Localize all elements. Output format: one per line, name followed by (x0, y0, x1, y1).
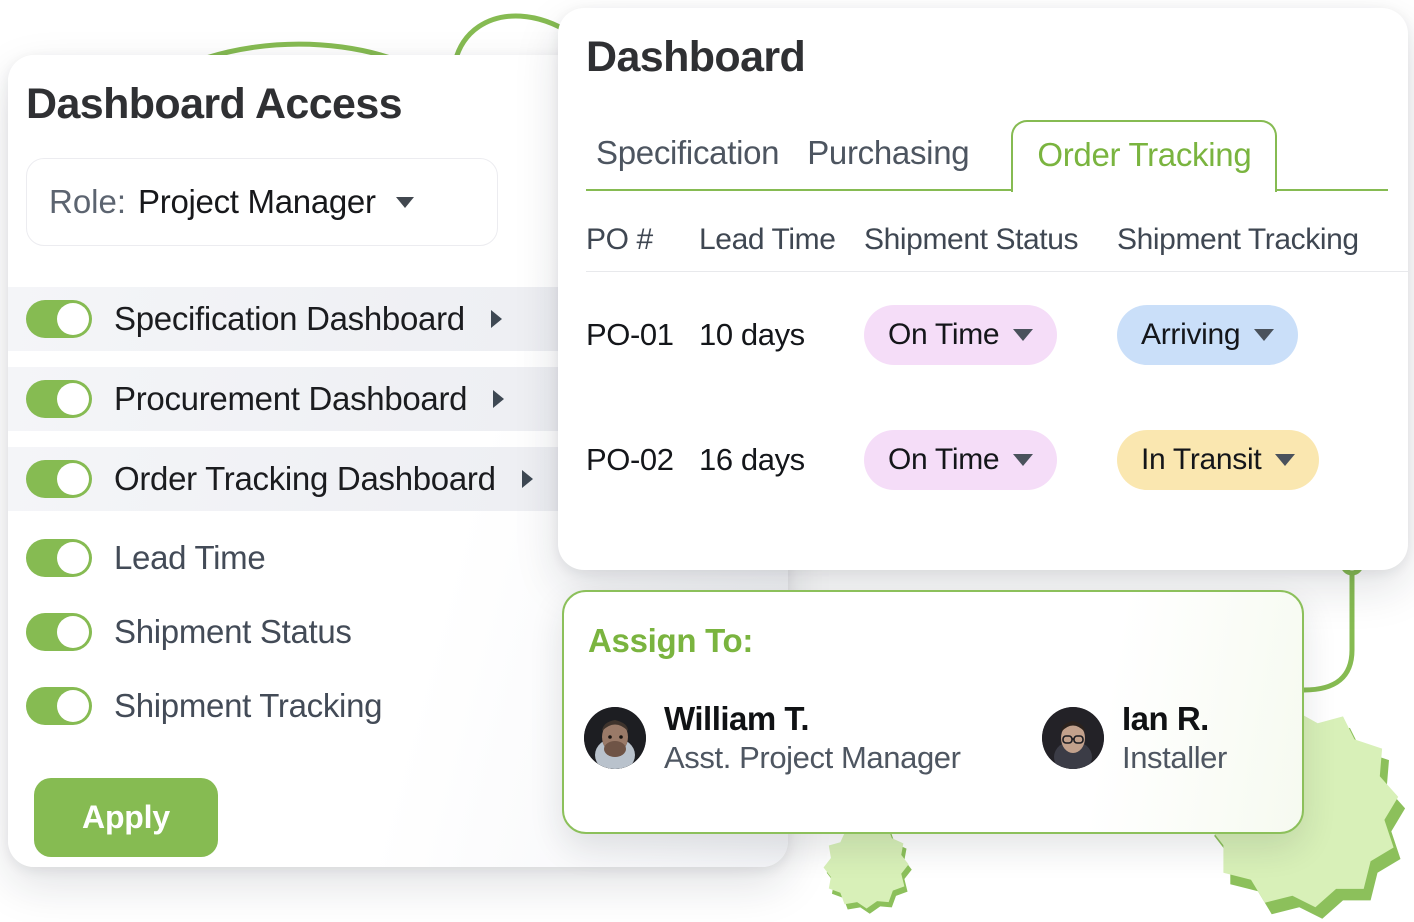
chevron-right-icon[interactable] (521, 470, 533, 488)
cell-lead-time: 16 days (699, 441, 805, 477)
assignee-william[interactable]: William T. Asst. Project Manager (584, 700, 961, 776)
toggle-label: Shipment Tracking (114, 687, 383, 724)
shipment-tracking-badge[interactable]: In Transit (1117, 429, 1320, 490)
shipment-tracking-badge[interactable]: Arriving (1117, 304, 1299, 365)
chevron-down-icon (1013, 328, 1034, 341)
assign-to-heading: Assign To: (588, 622, 754, 659)
assignee-name: William T. (664, 700, 810, 737)
status-badge-label: On Time (888, 317, 1000, 351)
assignee-ian[interactable]: Ian R. Installer (1042, 700, 1227, 776)
page-title: Dashboard Access (26, 80, 403, 128)
toggle-label: Procurement Dashboard (114, 380, 468, 417)
role-value: Project Manager (138, 183, 376, 220)
toggle-label: Shipment Status (114, 613, 352, 650)
role-select[interactable]: Role: Project Manager (26, 158, 498, 246)
avatar (1042, 707, 1104, 769)
toggle-label: Order Tracking Dashboard (114, 460, 496, 497)
toggle-switch[interactable] (26, 380, 92, 418)
assign-to-card: Assign To: William T. Asst. Project Mana… (562, 590, 1304, 834)
status-badge-label: On Time (888, 442, 1000, 476)
tab-order-tracking[interactable]: Order Tracking (1011, 119, 1278, 192)
cell-po: PO-01 (586, 316, 674, 352)
assignee-text: William T. Asst. Project Manager (664, 700, 961, 776)
toggle-switch[interactable] (26, 687, 92, 725)
cell-shipment-status: On Time (864, 304, 1117, 365)
avatar (584, 707, 646, 769)
column-header-shipment-tracking: Shipment Tracking (1117, 222, 1359, 256)
screenshot-stage: Dashboard Access Role: Project Manager S… (0, 0, 1414, 922)
column-header-shipment-status: Shipment Status (864, 222, 1079, 256)
apply-button[interactable]: Apply (34, 778, 218, 857)
column-header-lead-time: Lead Time (699, 222, 836, 256)
toggle-switch[interactable] (26, 539, 92, 577)
cell-shipment-tracking: Arriving (1117, 304, 1408, 365)
role-label: Role: (49, 183, 127, 220)
chevron-right-icon[interactable] (490, 310, 502, 328)
assignee-name: Ian R. (1122, 700, 1209, 737)
table-row: PO-02 16 days On Time In Transit (586, 397, 1408, 522)
dashboard-title: Dashboard (586, 33, 806, 81)
dashboard-tabs: Specification Purchasing Order Tracking (586, 111, 1388, 192)
toggle-label: Specification Dashboard (114, 300, 465, 337)
column-header-po: PO # (586, 222, 653, 256)
cell-po: PO-02 (586, 441, 674, 477)
chevron-down-icon (1275, 453, 1296, 466)
cell-shipment-tracking: In Transit (1117, 429, 1408, 490)
order-tracking-table: PO # Lead Time Shipment Status Shipment … (586, 208, 1408, 522)
assignee-role: Installer (1122, 740, 1227, 775)
toggle-switch[interactable] (26, 300, 92, 338)
table-header-row: PO # Lead Time Shipment Status Shipment … (586, 208, 1408, 272)
shipment-status-badge[interactable]: On Time (864, 429, 1058, 490)
tab-purchasing[interactable]: Purchasing (797, 120, 987, 189)
chevron-right-icon[interactable] (493, 390, 505, 408)
toggle-label: Lead Time (114, 539, 266, 576)
assignee-text: Ian R. Installer (1122, 700, 1227, 776)
chevron-down-icon (1013, 453, 1034, 466)
shipment-status-badge[interactable]: On Time (864, 304, 1058, 365)
tracking-badge-label: In Transit (1141, 442, 1262, 476)
tab-specification[interactable]: Specification (586, 120, 797, 189)
dashboard-panel: Dashboard Specification Purchasing Order… (558, 8, 1408, 570)
assignee-role: Asst. Project Manager (664, 740, 961, 775)
toggle-switch[interactable] (26, 613, 92, 651)
table-row: PO-01 10 days On Time Arriving (586, 272, 1408, 397)
chevron-down-icon (395, 196, 414, 208)
chevron-down-icon (1254, 328, 1275, 341)
cell-lead-time: 10 days (699, 316, 805, 352)
cell-shipment-status: On Time (864, 429, 1117, 490)
tracking-badge-label: Arriving (1141, 317, 1241, 351)
toggle-switch[interactable] (26, 460, 92, 498)
